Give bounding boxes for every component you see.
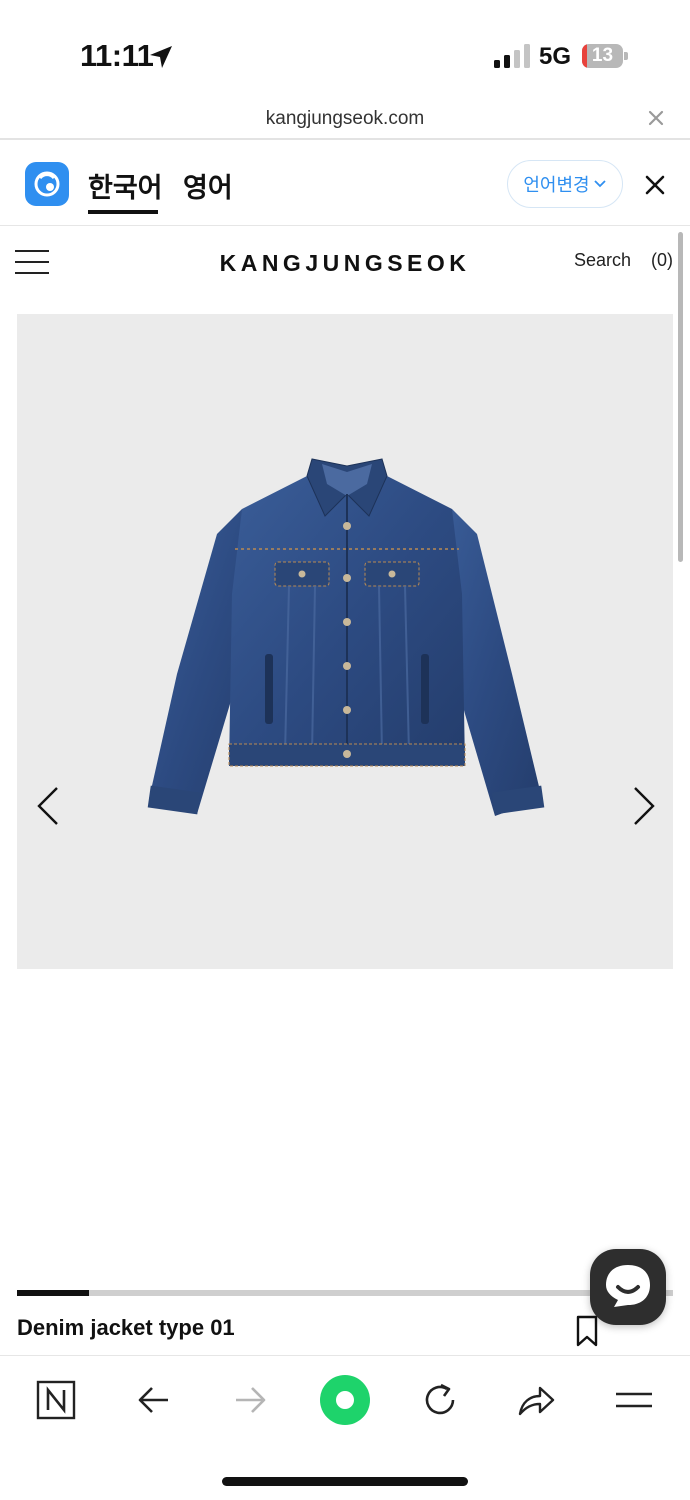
green-home-icon[interactable] — [318, 1373, 372, 1427]
reload-icon[interactable] — [416, 1376, 464, 1424]
change-language-label: 언어변경 — [523, 175, 590, 195]
forward-arrow-icon — [226, 1376, 274, 1424]
close-icon[interactable] — [644, 106, 668, 130]
naver-n-icon[interactable] — [32, 1376, 80, 1424]
close-translate-icon[interactable] — [644, 174, 666, 196]
battery-icon: 13 — [582, 44, 628, 68]
back-arrow-icon[interactable] — [130, 1376, 178, 1424]
cart-count[interactable]: (0) — [651, 250, 673, 271]
status-bar: 11:11 5G 13 — [0, 0, 690, 100]
page-scrollbar[interactable] — [678, 232, 683, 562]
battery-level: 13 — [591, 45, 614, 66]
chevron-down-icon — [593, 180, 606, 188]
product-image[interactable] — [17, 314, 673, 969]
previous-image-arrow-icon[interactable] — [33, 784, 63, 828]
menu-icon[interactable] — [610, 1376, 658, 1424]
share-icon[interactable] — [512, 1376, 560, 1424]
product-title: Denim jacket type 01 — [17, 1315, 235, 1340]
network-type: 5G — [539, 43, 572, 70]
change-language-button[interactable]: 언어변경 — [507, 160, 623, 208]
url-domain[interactable]: kangjungseok.com — [0, 108, 690, 130]
chat-bubble-icon — [606, 1265, 650, 1307]
gallery-progress-bar — [17, 1290, 673, 1296]
tab-english[interactable]: 영어 — [183, 166, 233, 205]
browser-toolbar — [0, 1355, 690, 1500]
translate-bar: 한국어 영어 언어변경 — [0, 140, 690, 226]
cellular-signal-icon — [494, 44, 530, 68]
tab-korean[interactable]: 한국어 — [88, 166, 163, 205]
search-link[interactable]: Search — [574, 250, 631, 271]
denim-jacket-image — [147, 458, 545, 816]
home-indicator — [222, 1477, 468, 1486]
site-header: KANGJUNGSEOK Search (0) — [0, 226, 690, 306]
location-arrow-icon — [150, 46, 172, 68]
url-bar[interactable]: kangjungseok.com — [0, 100, 690, 140]
next-image-arrow-icon[interactable] — [629, 784, 659, 828]
gallery-progress-fill — [17, 1290, 90, 1296]
papago-logo-icon — [25, 162, 69, 206]
chat-button[interactable] — [590, 1249, 666, 1325]
status-time: 11:11 — [80, 38, 154, 73]
active-tab-indicator — [88, 210, 158, 214]
